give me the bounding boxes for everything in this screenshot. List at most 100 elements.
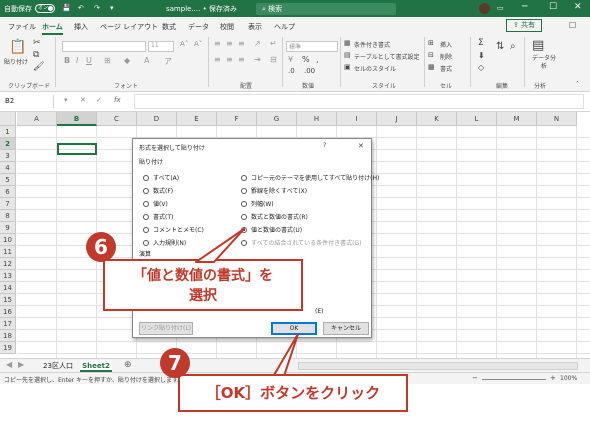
- bold-icon[interactable]: B: [64, 56, 70, 65]
- percent-icon[interactable]: %: [302, 55, 310, 64]
- row-header[interactable]: 10: [0, 234, 16, 246]
- search-box[interactable]: ⌕ 検索: [256, 3, 396, 15]
- confirm-entry-icon[interactable]: ✓: [96, 96, 102, 104]
- minimize-button[interactable]: ─: [522, 2, 527, 12]
- column-header[interactable]: L: [457, 112, 497, 126]
- phonetic-icon[interactable]: ア: [164, 56, 172, 67]
- radio-dot[interactable]: [241, 188, 247, 194]
- font-size-box[interactable]: 11: [148, 41, 174, 52]
- sheet-tab-sheet2[interactable]: Sheet2: [80, 360, 112, 372]
- merge-center-icon[interactable]: ⊟: [270, 55, 277, 64]
- column-header[interactable]: I: [337, 112, 377, 126]
- clear-icon[interactable]: ◇: [478, 63, 484, 72]
- cancel-button[interactable]: キャンセル: [323, 322, 369, 335]
- row-header[interactable]: 18: [0, 330, 16, 342]
- insert-function-icon[interactable]: fx: [114, 96, 121, 104]
- insert-cells-label[interactable]: 挿入: [440, 40, 452, 49]
- radio-formulas[interactable]: 数式(F): [143, 186, 173, 195]
- row-header[interactable]: 19: [0, 342, 16, 354]
- radio-dot[interactable]: [143, 188, 149, 194]
- ribbon-display-icon[interactable]: ▭: [497, 4, 504, 12]
- column-header[interactable]: E: [177, 112, 217, 126]
- dialog-close-button[interactable]: ✕: [358, 142, 364, 150]
- row-header[interactable]: 3: [0, 150, 16, 162]
- paste-label[interactable]: 貼り付け: [4, 57, 28, 66]
- cell-styles-icon[interactable]: ▣: [344, 63, 351, 71]
- row-header[interactable]: 12: [0, 258, 16, 270]
- column-header[interactable]: M: [497, 112, 537, 126]
- horizontal-scrollbar[interactable]: [298, 362, 578, 370]
- paste-icon[interactable]: 📋: [9, 39, 26, 55]
- column-header[interactable]: N: [537, 112, 577, 126]
- align-right-icon[interactable]: ≡: [238, 55, 245, 64]
- help-button[interactable]: ?: [323, 142, 326, 149]
- transpose-label[interactable]: (E): [315, 308, 323, 315]
- radio-formats[interactable]: 書式(T): [143, 212, 173, 221]
- increase-decimal-icon[interactable]: .0: [288, 67, 295, 75]
- radio-dot[interactable]: [241, 201, 247, 207]
- conditional-format-label[interactable]: 条件付き書式: [354, 40, 390, 49]
- tab-help[interactable]: ヘルプ: [274, 22, 295, 32]
- radio-column-widths[interactable]: 列幅(W): [241, 199, 274, 208]
- cell-styles-label[interactable]: セルのスタイル: [354, 64, 396, 73]
- tab-review[interactable]: 校閲: [220, 22, 234, 32]
- add-sheet-icon[interactable]: ⊕: [124, 360, 132, 370]
- comma-icon[interactable]: ,: [316, 55, 319, 64]
- font-grow-icon[interactable]: A˄: [180, 40, 188, 48]
- select-all-corner[interactable]: [0, 112, 16, 126]
- radio-dot[interactable]: [241, 214, 247, 220]
- column-header[interactable]: G: [257, 112, 297, 126]
- active-cell-b2[interactable]: [57, 143, 97, 155]
- tab-home[interactable]: ホーム: [42, 22, 63, 35]
- column-header[interactable]: D: [137, 112, 177, 126]
- insert-cells-icon[interactable]: ⊞: [428, 39, 434, 47]
- radio-all-except-borders[interactable]: 罫線を除くすべて(X): [241, 186, 307, 195]
- tab-formulas[interactable]: 数式: [162, 22, 176, 32]
- underline-icon[interactable]: U: [86, 56, 92, 65]
- delete-cells-icon[interactable]: ⊟: [428, 51, 434, 59]
- font-shrink-icon[interactable]: A˅: [194, 40, 202, 48]
- next-sheet-icon[interactable]: ▶: [18, 360, 24, 369]
- fill-icon[interactable]: ⬇: [478, 51, 485, 60]
- ok-button[interactable]: OK: [271, 322, 317, 335]
- collapse-ribbon-icon[interactable]: ˄: [576, 81, 579, 88]
- delete-cells-label[interactable]: 削除: [440, 52, 452, 61]
- column-header[interactable]: J: [377, 112, 417, 126]
- row-header[interactable]: 17: [0, 318, 16, 330]
- radio-dot[interactable]: [143, 214, 149, 220]
- comment-icon[interactable]: ☐: [569, 21, 576, 30]
- format-cells-icon[interactable]: ▦: [428, 63, 435, 71]
- radio-merge-conditional[interactable]: すべての結合されている条件付き書式(G): [241, 238, 362, 247]
- autosave-toggle[interactable]: オン: [35, 4, 55, 13]
- row-header[interactable]: 8: [0, 210, 16, 222]
- indent-icon[interactable]: ⇥: [254, 55, 261, 64]
- tab-page-layout[interactable]: ページ レイアウト: [100, 22, 158, 32]
- qat-more-icon[interactable]: ▾: [110, 4, 114, 12]
- zoom-in-icon[interactable]: +: [550, 374, 556, 382]
- conditional-format-icon[interactable]: ▦: [344, 39, 351, 47]
- row-header[interactable]: 5: [0, 174, 16, 186]
- column-header[interactable]: A: [17, 112, 57, 126]
- radio-values-number-formats[interactable]: 値と数値の書式(U): [241, 225, 302, 234]
- cut-icon[interactable]: ✂: [33, 38, 41, 48]
- cancel-entry-icon[interactable]: ✕: [80, 96, 86, 104]
- radio-validation[interactable]: 入力規則(N): [143, 238, 186, 247]
- radio-formulas-number-formats[interactable]: 数式と数値の書式(R): [241, 212, 308, 221]
- tab-view[interactable]: 表示: [248, 22, 262, 32]
- font-color-icon[interactable]: A: [144, 56, 149, 65]
- maximize-button[interactable]: ☐: [549, 2, 557, 12]
- tab-insert[interactable]: 挿入: [74, 22, 88, 32]
- column-header[interactable]: C: [97, 112, 137, 126]
- italic-icon[interactable]: I: [76, 56, 78, 65]
- share-button[interactable]: ⇪ 共有: [506, 19, 542, 32]
- row-header[interactable]: 15: [0, 294, 16, 306]
- sheet-tab-23ku[interactable]: 23区人口: [38, 360, 78, 372]
- tab-file[interactable]: ファイル: [8, 22, 36, 32]
- radio-dot[interactable]: [143, 227, 149, 233]
- row-header[interactable]: 14: [0, 282, 16, 294]
- radio-values[interactable]: 値(V): [143, 199, 168, 208]
- row-header[interactable]: 6: [0, 186, 16, 198]
- row-header[interactable]: 16: [0, 306, 16, 318]
- format-as-table-label[interactable]: テーブルとして書式設定: [354, 52, 419, 61]
- data-analysis-label[interactable]: データ分析: [530, 55, 558, 71]
